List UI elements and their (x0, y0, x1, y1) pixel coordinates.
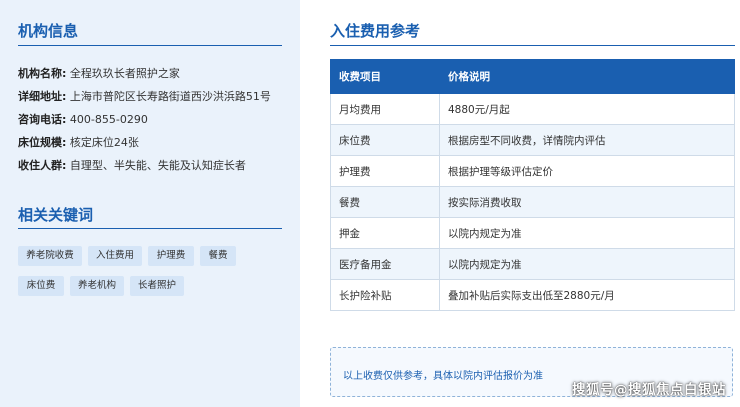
fee-item: 医疗备用金 (330, 248, 440, 280)
info-row-residents: 收住人群: 自理型、半失能、失能及认知症长者 (18, 157, 246, 173)
info-value: 400-855-0290 (69, 113, 148, 126)
info-label: 床位规模: (18, 136, 67, 149)
info-label: 详细地址: (18, 90, 67, 103)
table-row: 医疗备用金 以院内规定为准 (330, 248, 735, 280)
keyword-tag[interactable]: 床位费 (18, 276, 64, 296)
column-header-description: 价格说明 (439, 59, 735, 94)
fee-item: 餐费 (330, 186, 440, 218)
keyword-tag[interactable]: 入住费用 (88, 246, 142, 266)
fee-item: 月均费用 (330, 93, 440, 125)
fee-description: 4880元/月起 (439, 93, 735, 125)
fee-item: 长护险补贴 (330, 279, 440, 311)
institution-title-divider (18, 45, 282, 46)
fee-description: 以院内规定为准 (439, 248, 735, 280)
info-value: 核定床位24张 (69, 136, 139, 149)
fee-description: 按实际消费收取 (439, 186, 735, 218)
column-header-item: 收费项目 (330, 59, 440, 94)
fee-item: 床位费 (330, 124, 440, 156)
fees-disclaimer-text: 以上收费仅供参考，具体以院内评估报价为准 (343, 371, 543, 382)
watermark: 搜狐号@搜狐焦点白银站 (572, 382, 726, 398)
info-value: 自理型、半失能、失能及认知症长者 (69, 159, 246, 172)
info-row-name: 机构名称: 全程玖玖长者照护之家 (18, 65, 180, 81)
keyword-tag[interactable]: 餐费 (200, 246, 236, 266)
table-row: 床位费 根据房型不同收费，详情院内评估 (330, 124, 735, 156)
keyword-tag[interactable]: 长者照护 (130, 276, 184, 296)
info-label: 收住人群: (18, 159, 67, 172)
keyword-tag[interactable]: 养老院收费 (18, 246, 82, 266)
table-header-row: 收费项目 价格说明 (330, 59, 735, 94)
fee-description: 根据房型不同收费，详情院内评估 (439, 124, 735, 156)
info-row-phone: 咨询电话: 400-855-0290 (18, 111, 148, 127)
keywords-title-divider (18, 228, 282, 229)
keyword-tag[interactable]: 养老机构 (70, 276, 124, 296)
table-row: 月均费用 4880元/月起 (330, 93, 735, 125)
fees-section-title: 入住费用参考 (330, 22, 421, 40)
table-row: 护理费 根据护理等级评估定价 (330, 155, 735, 187)
table-row: 押金 以院内规定为准 (330, 217, 735, 249)
info-label: 咨询电话: (18, 113, 67, 126)
fees-table: 收费项目 价格说明 月均费用 4880元/月起 床位费 根据房型不同收费，详情院… (330, 59, 735, 311)
fee-description: 根据护理等级评估定价 (439, 155, 735, 187)
info-label: 机构名称: (18, 67, 67, 80)
info-row-beds: 床位规模: 核定床位24张 (18, 134, 139, 150)
table-row: 餐费 按实际消费收取 (330, 186, 735, 218)
fee-item: 押金 (330, 217, 440, 249)
fee-description: 叠加补贴后实际支出低至2880元/月 (439, 279, 735, 311)
fee-description: 以院内规定为准 (439, 217, 735, 249)
keyword-tag[interactable]: 护理费 (148, 246, 194, 266)
info-value: 上海市普陀区长寿路街道西沙洪浜路51号 (69, 90, 271, 103)
institution-section-title: 机构信息 (18, 22, 79, 40)
table-row: 长护险补贴 叠加补贴后实际支出低至2880元/月 (330, 279, 735, 311)
fee-item: 护理费 (330, 155, 440, 187)
keywords-section-title: 相关关键词 (18, 206, 94, 224)
info-row-address: 详细地址: 上海市普陀区长寿路街道西沙洪浜路51号 (18, 88, 271, 104)
fees-title-divider (330, 45, 735, 46)
info-value: 全程玖玖长者照护之家 (69, 67, 180, 80)
